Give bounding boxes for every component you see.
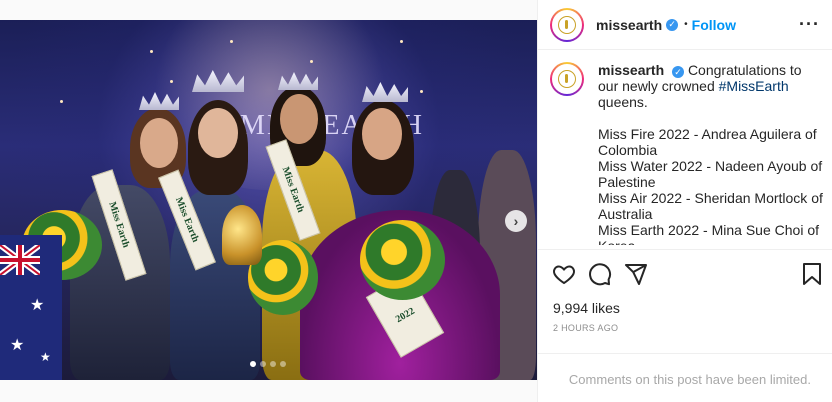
separator: •: [684, 19, 688, 30]
trophy: [222, 205, 262, 265]
flag-star-icon: ★: [30, 297, 45, 314]
sparkle: [60, 100, 63, 103]
carousel-dot: [250, 361, 256, 367]
header-username[interactable]: missearth: [596, 17, 662, 33]
comment-icon[interactable]: [588, 262, 612, 286]
union-jack-icon: [0, 245, 40, 275]
caption-intro-suffix: queens.: [598, 94, 648, 110]
chevron-right-icon: ›: [513, 213, 519, 229]
bookmark-icon[interactable]: [802, 262, 822, 286]
sash-label: 2022: [393, 305, 417, 325]
queen-face: [362, 108, 402, 160]
caption-line: Miss Water 2022 - Nadeen Ayoub of Palest…: [598, 158, 823, 190]
carousel-dot: [270, 361, 276, 367]
sparkle: [310, 60, 313, 63]
follow-button[interactable]: Follow: [692, 17, 736, 33]
verified-badge-icon: ✓: [672, 66, 685, 78]
sparkle: [420, 90, 423, 93]
caption-line: Miss Earth 2022 - Mina Sue Choi of Korea: [598, 222, 819, 245]
sparkle: [170, 80, 173, 83]
verified-badge-icon: ✓: [666, 18, 679, 31]
queen-face: [140, 118, 178, 168]
caption-username[interactable]: missearth: [598, 62, 664, 78]
carousel-indicator: [250, 361, 286, 367]
flower-bouquet: [360, 220, 445, 300]
queen-face: [280, 94, 318, 144]
divider: [538, 249, 832, 250]
flag-star-icon: ★: [10, 337, 25, 354]
carousel-dot: [260, 361, 266, 367]
post-timestamp[interactable]: 2 HOURS AGO: [553, 323, 618, 333]
heart-icon[interactable]: [552, 262, 576, 286]
post-side-panel: missearth ✓ • Follow ··· missearth ✓ Con…: [537, 0, 832, 402]
carousel-next-button[interactable]: ›: [505, 210, 527, 232]
avatar[interactable]: [550, 62, 584, 96]
post-image[interactable]: MISS EARTH Miss Earth Miss Earth Miss Ea…: [0, 20, 537, 380]
caption-line: Miss Air 2022 - Sheridan Mortlock of Aus…: [598, 190, 823, 222]
sparkle: [230, 40, 233, 43]
miss-earth-logo-icon: [558, 70, 576, 88]
more-options-icon[interactable]: ···: [799, 14, 820, 35]
post-caption: missearth ✓ Congratulations to our newly…: [550, 62, 825, 245]
miss-earth-logo-icon: [558, 15, 576, 34]
caption-line: Miss Fire 2022 - Andrea Aguilera of Colo…: [598, 126, 817, 158]
likes-count[interactable]: 9,994 likes: [553, 300, 620, 316]
queen-face: [198, 108, 238, 158]
share-icon[interactable]: [624, 262, 648, 286]
hashtag-link[interactable]: #MissEarth: [719, 78, 789, 94]
comments-limited-notice: Comments on this post have been limited.: [568, 372, 811, 387]
divider: [538, 353, 832, 354]
post-header: missearth ✓ • Follow ···: [538, 0, 832, 50]
sparkle: [150, 50, 153, 53]
sparkle: [400, 40, 403, 43]
carousel-dot: [280, 361, 286, 367]
action-bar: [552, 262, 822, 288]
flag-star-icon: ★: [40, 350, 51, 364]
avatar[interactable]: [550, 7, 584, 42]
caption-text: missearth ✓ Congratulations to our newly…: [598, 62, 825, 245]
australian-flag: ★ ★ ★: [0, 235, 62, 380]
